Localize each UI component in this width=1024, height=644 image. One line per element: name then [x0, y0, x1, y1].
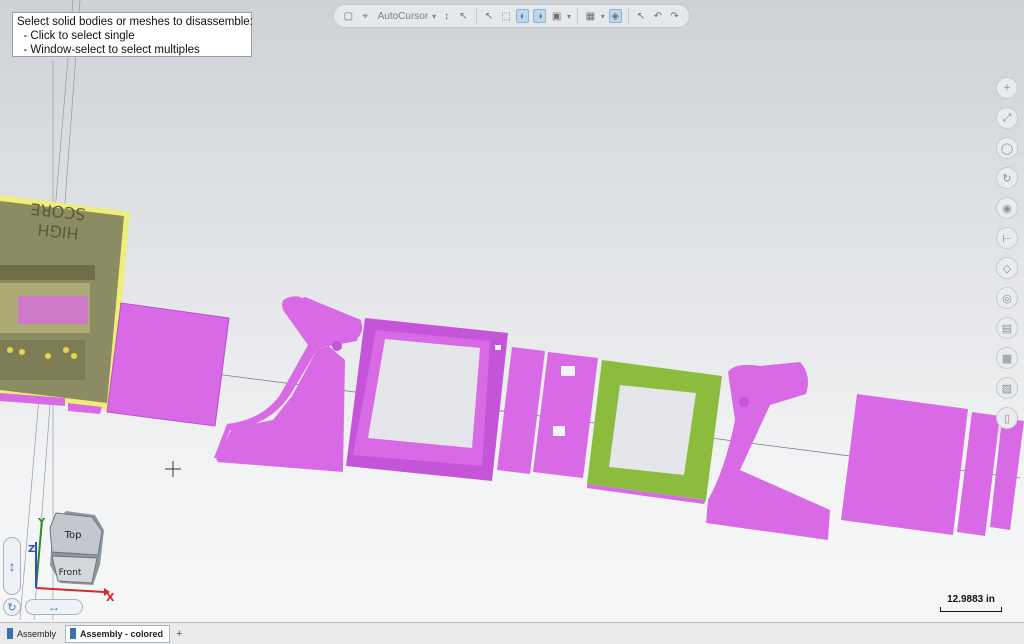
scale-bar-line: [940, 607, 1002, 612]
document-tab-bar: Assembly Assembly - colored +: [0, 622, 1024, 644]
pan-icon[interactable]: ↻: [996, 167, 1018, 189]
lasso-icon[interactable]: ⬚: [499, 9, 512, 23]
tab-assembly[interactable]: Assembly: [2, 625, 63, 643]
select-icon[interactable]: ↖: [483, 9, 496, 23]
horizontal-pan-control[interactable]: ↔: [25, 599, 83, 615]
xyz-icon[interactable]: ↕: [440, 9, 453, 23]
part-front-panel: [841, 394, 968, 535]
toolbar-divider: [627, 8, 629, 24]
toolbar-divider: [475, 8, 477, 24]
command-prompt: Select solid bodies or meshes to disasse…: [12, 12, 253, 57]
document-icon: [7, 628, 13, 639]
axis-y-label: Y: [37, 517, 46, 528]
autocursor-icon[interactable]: ⌖: [359, 9, 372, 23]
camera-icon[interactable]: ◉: [996, 197, 1018, 219]
zoom-icon[interactable]: +: [996, 77, 1018, 99]
section-icon[interactable]: ◎: [996, 287, 1018, 309]
scale-bar-label: 12.9883 in: [947, 594, 995, 605]
prompt-line: Select solid bodies or meshes to disasse…: [17, 16, 253, 28]
render-icon[interactable]: ◑: [533, 9, 547, 23]
tab-label: Assembly - colored: [80, 628, 164, 639]
pointer-icon[interactable]: ↖: [457, 9, 470, 23]
shade-icon[interactable]: ▣: [550, 9, 563, 23]
prompt-line: - Window-select to select multiples: [17, 44, 200, 56]
fit-icon[interactable]: ⤢: [996, 107, 1018, 129]
chevron-down-icon[interactable]: ▾: [601, 12, 605, 21]
part-back-panel: [106, 302, 230, 427]
paint-icon[interactable]: ▧: [996, 377, 1018, 399]
move-icon[interactable]: ↖: [635, 9, 648, 23]
view-cube-front-label: Front: [59, 568, 82, 578]
tab-label: Assembly: [17, 628, 57, 639]
scale-bar: 12.9883 in: [940, 594, 1002, 612]
prompt-line: - Click to select single: [17, 30, 135, 42]
clip-icon[interactable]: ▤: [996, 317, 1018, 339]
view-tools-strip: + ⤢ ◯ ↻ ◉ ⊢ ◇ ◎ ▤ ▩ ▧ ▯: [996, 77, 1022, 429]
view-cube-top-label: Top: [64, 530, 82, 541]
color-icon[interactable]: ▩: [996, 347, 1018, 369]
orbit-icon[interactable]: ◯: [996, 137, 1018, 159]
view-icon[interactable]: ◐: [516, 9, 530, 23]
toolbar-divider: [577, 8, 578, 24]
exploded-parts: [106, 296, 1024, 540]
measure-icon[interactable]: ⊢: [996, 227, 1018, 249]
axis-z-label: Z: [28, 544, 35, 555]
vertical-pan-control[interactable]: ↕: [3, 537, 21, 595]
tab-assembly-colored[interactable]: Assembly - colored: [65, 624, 171, 643]
add-tab-button[interactable]: +: [172, 628, 186, 640]
viewport-3d[interactable]: HIGH SCORE Top Front X Y Z: [0, 0, 1024, 620]
box-icon[interactable]: ▦: [584, 9, 597, 23]
document-icon: [70, 628, 77, 639]
chevron-down-icon[interactable]: ▾: [567, 12, 571, 21]
rotate-view-icon[interactable]: ↻: [3, 598, 21, 616]
chevron-down-icon[interactable]: ▾: [432, 12, 436, 21]
axis-x-label: X: [106, 591, 115, 604]
quick-toolbar: ▢ ⌖ AutoCursor ▾ ↕ ↖ ↖ ⬚ ◐ ◑ ▣ ▾ ▦ ▾ ◈ ↖…: [333, 4, 690, 28]
undo-icon[interactable]: ↶: [651, 9, 664, 23]
autocursor-label[interactable]: AutoCursor: [378, 11, 429, 22]
crosshair-cursor: [165, 461, 181, 477]
tag-icon[interactable]: ◇: [996, 257, 1018, 279]
redo-icon[interactable]: ↷: [668, 9, 681, 23]
sketch-icon[interactable]: ▢: [342, 9, 355, 23]
layer-icon[interactable]: ◈: [608, 9, 622, 23]
info-icon[interactable]: ▯: [996, 407, 1018, 429]
